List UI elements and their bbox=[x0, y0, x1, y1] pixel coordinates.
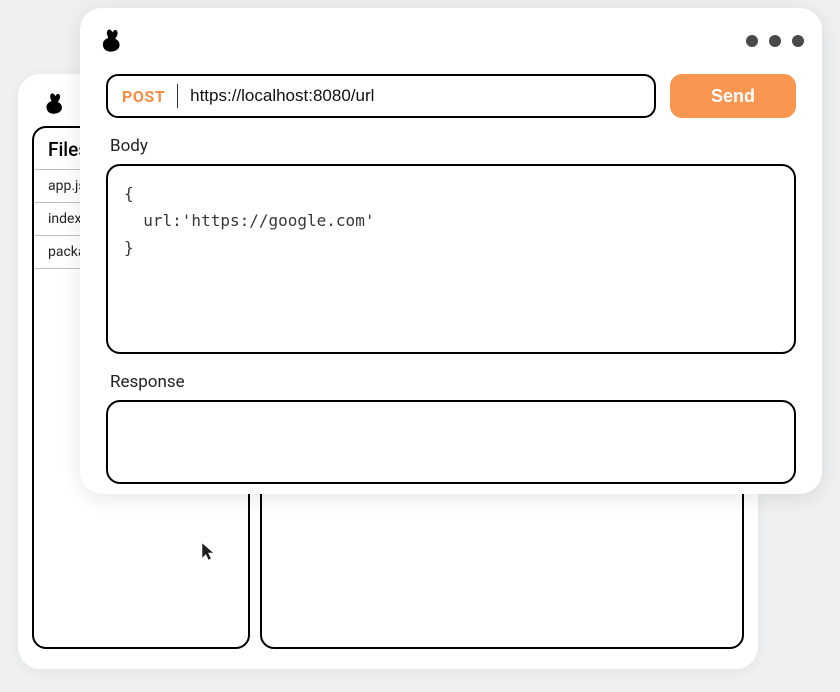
url-input[interactable] bbox=[190, 86, 644, 106]
titlebar bbox=[98, 24, 804, 58]
divider bbox=[177, 84, 178, 108]
response-output bbox=[106, 400, 796, 484]
request-bar: POST bbox=[106, 74, 656, 118]
window-control-dot[interactable] bbox=[769, 35, 781, 47]
window-control-dot[interactable] bbox=[746, 35, 758, 47]
window-control-dot[interactable] bbox=[792, 35, 804, 47]
request-body-input[interactable]: { url:'https://google.com' } bbox=[106, 164, 796, 354]
response-label: Response bbox=[110, 372, 804, 392]
window-controls bbox=[746, 35, 804, 47]
send-button[interactable]: Send bbox=[670, 74, 796, 118]
rabbit-logo-icon bbox=[42, 92, 66, 116]
rabbit-logo-icon bbox=[98, 28, 124, 54]
http-method[interactable]: POST bbox=[122, 87, 165, 106]
body-label: Body bbox=[110, 136, 804, 156]
api-client-window: POST Send Body { url:'https://google.com… bbox=[80, 8, 822, 494]
